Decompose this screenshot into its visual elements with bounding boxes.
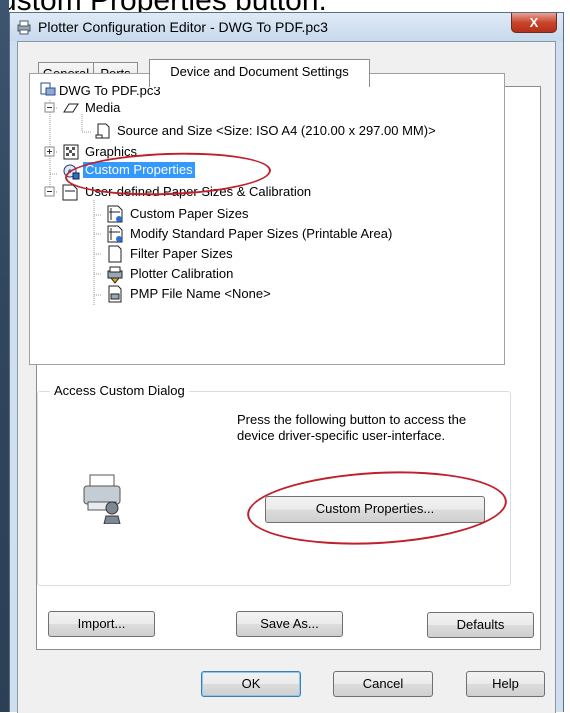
import-button[interactable]: Import... (48, 611, 155, 637)
save-as-button[interactable]: Save As... (236, 611, 343, 637)
graphics-icon (63, 144, 79, 160)
tab-device-document-settings[interactable]: Device and Document Settings (149, 59, 370, 87)
tree-item-custom-properties[interactable]: Custom Properties (83, 162, 195, 178)
background-strip (0, 0, 9, 712)
tree-item-source-and-size[interactable]: Source and Size <Size: ISO A4 (210.00 x … (117, 123, 436, 139)
tree-item-modify-standard-paper-sizes[interactable]: Modify Standard Paper Sizes (Printable A… (130, 226, 392, 242)
access-custom-dialog-description: Press the following button to access the… (237, 412, 467, 443)
plotter-file-icon (40, 82, 56, 96)
tree-item-media[interactable]: Media (85, 100, 120, 116)
window-title: Plotter Configuration Editor - DWG To PD… (38, 19, 328, 35)
pmp-file-icon (108, 285, 122, 303)
tree-item-graphics[interactable]: Graphics (85, 144, 137, 160)
tree-root[interactable]: DWG To PDF.pc3 (59, 83, 161, 99)
modify-paper-icon (107, 225, 123, 243)
custom-properties-button[interactable]: Custom Properties... (265, 496, 485, 523)
tree-connector-lines (44, 100, 102, 306)
title-bar[interactable]: Plotter Configuration Editor - DWG To PD… (10, 13, 563, 41)
help-button[interactable]: Help (466, 671, 545, 697)
tree-item-pmp-file-name[interactable]: PMP File Name <None> (130, 286, 271, 302)
plotter-app-icon (17, 20, 31, 35)
tree-item-user-defined-paper-sizes[interactable]: User-defined Paper Sizes & Calibration (85, 184, 311, 200)
cancel-button[interactable]: Cancel (333, 671, 433, 697)
filter-paper-icon (108, 245, 122, 263)
custom-paper-sizes-icon (107, 205, 123, 223)
ok-button[interactable]: OK (201, 671, 301, 697)
custom-properties-icon (63, 164, 80, 180)
tree-item-custom-paper-sizes[interactable]: Custom Paper Sizes (130, 206, 249, 222)
settings-tree[interactable]: DWG To PDF.pc3 Media Source and Size <Si… (29, 73, 505, 365)
paper-icon (62, 184, 78, 201)
plotter-calibration-icon (107, 266, 123, 284)
device-driver-icon (83, 474, 121, 524)
defaults-button[interactable]: Defaults (427, 612, 534, 638)
media-icon (63, 103, 79, 113)
access-custom-dialog-label: Access Custom Dialog (50, 383, 189, 398)
close-button[interactable]: X (511, 13, 557, 33)
tree-item-filter-paper-sizes[interactable]: Filter Paper Sizes (130, 246, 233, 262)
tree-item-plotter-calibration[interactable]: Plotter Calibration (130, 266, 233, 282)
page-icon (95, 123, 110, 139)
